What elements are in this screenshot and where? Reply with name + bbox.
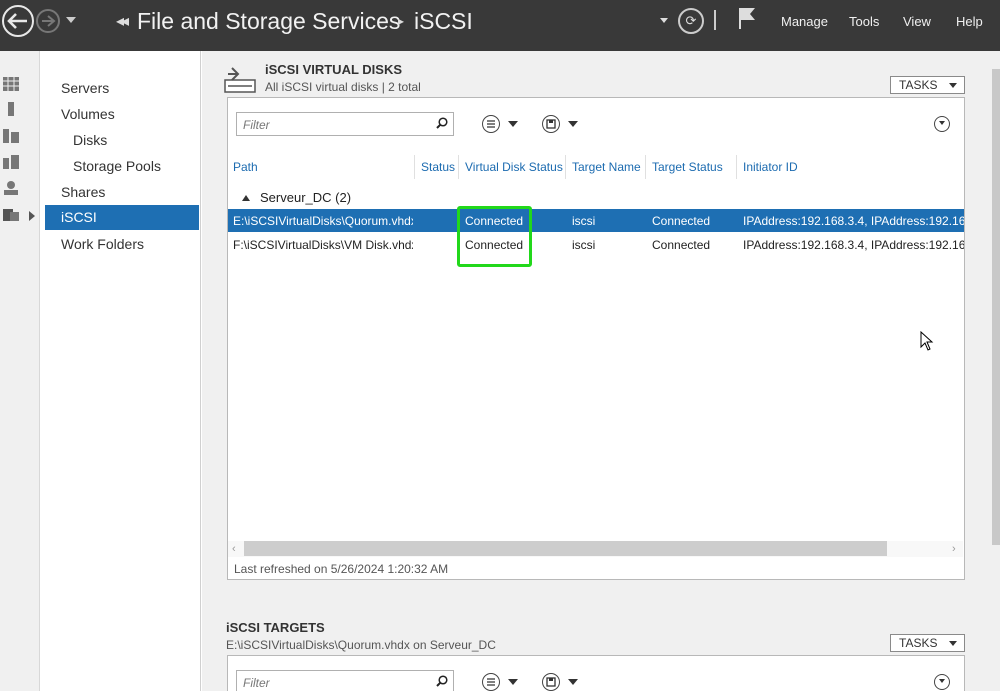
nav-item-volumes[interactable]: Volumes — [45, 102, 199, 127]
filter-input[interactable]: Filter — [236, 670, 454, 691]
tasks-button[interactable]: TASKS — [890, 634, 965, 652]
last-refreshed: Last refreshed on 5/26/2024 1:20:32 AM — [234, 562, 449, 576]
back-button[interactable] — [2, 5, 34, 37]
history-dropdown[interactable] — [66, 17, 76, 23]
dashboard-icon[interactable] — [2, 76, 20, 92]
icon-rail — [0, 51, 40, 691]
file-services-icon[interactable] — [2, 154, 20, 170]
chevron-down-icon — [949, 641, 957, 646]
cell-initiator-id: IPAddress:192.168.3.4, IPAddress:192.168… — [743, 238, 964, 252]
collapse-icon[interactable] — [934, 674, 950, 690]
scrollbar-thumb[interactable] — [992, 69, 1000, 545]
file-storage-services-icon[interactable] — [2, 206, 20, 222]
scroll-left-icon[interactable]: ‹ — [232, 543, 236, 555]
chevron-down-icon[interactable] — [508, 679, 518, 685]
nav-item-work-folders[interactable]: Work Folders — [45, 232, 199, 257]
chevron-down-icon[interactable] — [508, 121, 518, 127]
search-icon[interactable] — [436, 117, 448, 129]
list-options-icon[interactable] — [482, 115, 500, 133]
breadcrumb-root[interactable]: File and Storage Services — [137, 8, 400, 35]
section-title: iSCSI TARGETS — [226, 620, 325, 635]
scrollbar-thumb[interactable] — [244, 541, 887, 556]
filter-input[interactable]: Filter — [236, 112, 454, 136]
search-icon[interactable] — [436, 675, 448, 687]
save-query-icon[interactable] — [542, 115, 560, 133]
refresh-icon: ⟳ — [685, 13, 697, 28]
all-servers-icon[interactable] — [2, 128, 20, 144]
menu-view[interactable]: View — [903, 14, 931, 29]
column-divider[interactable] — [736, 155, 737, 179]
title-bar: ◂◂ File and Storage Services ▸ iSCSI ⟳ M… — [0, 0, 1000, 51]
column-target-name[interactable]: Target Name — [572, 160, 641, 174]
nav-item-disks[interactable]: Disks — [45, 128, 199, 153]
column-status[interactable]: Status — [421, 160, 455, 174]
column-divider[interactable] — [645, 155, 646, 179]
column-divider[interactable] — [565, 155, 566, 179]
local-server-icon[interactable] — [2, 101, 20, 117]
refresh-button[interactable]: ⟳ — [678, 8, 704, 34]
section-subtitle: E:\iSCSIVirtualDisks\Quorum.vhdx on Serv… — [226, 638, 496, 652]
menu-manage[interactable]: Manage — [781, 14, 828, 29]
storage-icon[interactable] — [2, 180, 20, 196]
table-row[interactable]: F:\iSCSIVirtualDisks\VM Disk.vhdx Connec… — [228, 233, 964, 256]
column-target-status[interactable]: Target Status — [652, 160, 723, 174]
menu-tools[interactable]: Tools — [849, 14, 879, 29]
scroll-right-icon[interactable]: › — [952, 543, 956, 555]
tasks-label: TASKS — [899, 78, 938, 92]
group-header[interactable]: Serveur_DC (2) — [260, 190, 351, 205]
breadcrumb-separator-icon: ▸ — [398, 14, 405, 28]
cell-target-status: Connected — [652, 238, 711, 252]
highlight-box — [457, 206, 532, 267]
filter-placeholder: Filter — [243, 118, 270, 132]
menu-help[interactable]: Help — [956, 14, 983, 29]
chevron-down-icon — [949, 83, 957, 88]
tasks-label: TASKS — [899, 636, 938, 650]
chevron-down-icon[interactable] — [568, 679, 578, 685]
column-divider[interactable] — [458, 155, 459, 179]
breadcrumb-chevrons-icon[interactable]: ◂◂ — [116, 11, 129, 31]
horizontal-scrollbar[interactable]: ‹ › — [228, 541, 963, 557]
collapse-icon[interactable] — [934, 116, 950, 132]
nav-item-iscsi[interactable]: iSCSI — [45, 205, 199, 230]
save-query-icon[interactable] — [542, 673, 560, 691]
arrow-left-icon — [7, 13, 27, 29]
breadcrumb-current: iSCSI — [414, 8, 473, 34]
cell-target-status: Connected — [652, 214, 711, 228]
section-subtitle: All iSCSI virtual disks | 2 total — [265, 80, 421, 94]
collapse-group-icon[interactable] — [242, 195, 250, 201]
table-row[interactable]: E:\iSCSIVirtualDisks\Quorum.vhdx Connect… — [228, 209, 964, 232]
column-divider[interactable] — [414, 155, 415, 179]
virtual-disk-icon — [224, 67, 256, 93]
arrow-right-icon — [42, 15, 56, 27]
cell-target-name: iscsi — [572, 238, 596, 252]
expand-arrow-icon[interactable] — [29, 211, 35, 221]
nav-item-storage-pools[interactable]: Storage Pools — [45, 154, 199, 179]
dropdown-icon[interactable] — [660, 18, 668, 23]
section-title: iSCSI VIRTUAL DISKS — [265, 62, 403, 77]
chevron-down-icon[interactable] — [568, 121, 578, 127]
column-virtual-disk-status[interactable]: Virtual Disk Status — [465, 160, 563, 174]
nav-item-servers[interactable]: Servers — [45, 76, 199, 101]
column-path[interactable]: Path — [233, 160, 258, 174]
cell-initiator-id: IPAddress:192.168.3.4, IPAddress:192.168… — [743, 214, 964, 228]
forward-button[interactable] — [36, 9, 60, 33]
column-initiator-id[interactable]: Initiator ID — [743, 160, 798, 174]
nav-pane: Servers Volumes Disks Storage Pools Shar… — [44, 51, 201, 691]
notifications-flag-icon[interactable] — [738, 6, 758, 30]
tasks-button[interactable]: TASKS — [890, 76, 965, 94]
divider — [714, 10, 716, 30]
cell-path: E:\iSCSIVirtualDisks\Quorum.vhdx — [233, 214, 413, 228]
nav-item-shares[interactable]: Shares — [45, 180, 199, 205]
filter-placeholder: Filter — [243, 676, 270, 690]
cell-path: F:\iSCSIVirtualDisks\VM Disk.vhdx — [233, 238, 413, 252]
mouse-cursor-icon — [920, 331, 934, 351]
vertical-scrollbar[interactable] — [990, 51, 1000, 691]
cell-target-name: iscsi — [572, 214, 596, 228]
list-options-icon[interactable] — [482, 673, 500, 691]
